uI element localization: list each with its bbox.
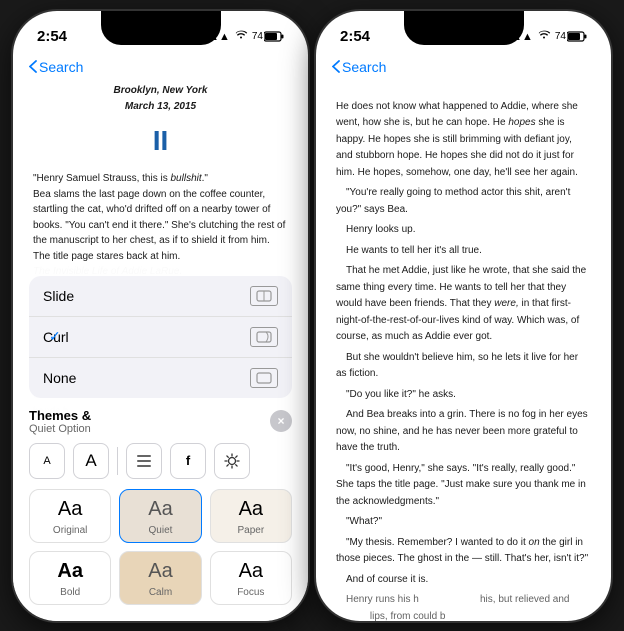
wifi-icon-right <box>537 30 551 43</box>
themes-subtitle: Quiet Option <box>29 423 91 435</box>
theme-original[interactable]: Aa Original <box>29 489 111 543</box>
theme-calm-aa: Aa <box>148 560 172 583</box>
theme-grid: Aa Original Aa Quiet Aa Paper Aa Bold Aa <box>29 489 292 605</box>
theme-quiet-label: Quiet <box>149 525 173 536</box>
font-size-large[interactable]: A <box>73 443 109 479</box>
theme-bold[interactable]: Aa Bold <box>29 551 111 605</box>
close-button[interactable]: × <box>270 410 292 432</box>
theme-original-aa: Aa <box>58 498 82 521</box>
theme-quiet[interactable]: Aa Quiet <box>119 489 201 543</box>
nav-bar-left: Search <box>13 55 308 83</box>
themes-header: Themes & Quiet Option × <box>29 408 292 435</box>
font-controls: A A f <box>29 443 292 479</box>
brightness-icon[interactable] <box>214 443 250 479</box>
theme-paper-label: Paper <box>237 525 264 536</box>
font-type-icon[interactable] <box>126 443 162 479</box>
overlay-panel: Slide Curl ✓ None <box>13 264 308 621</box>
status-time-left: 2:54 <box>37 28 67 45</box>
curl-icon <box>250 327 278 347</box>
slide-icon <box>250 286 278 306</box>
signal-icon-right: ▲▲▲ <box>500 31 533 43</box>
theme-bold-aa: Aa <box>57 560 83 583</box>
none-label: None <box>43 370 76 386</box>
nav-bar-right: Search <box>316 55 611 83</box>
transition-curl[interactable]: Curl ✓ <box>29 317 292 358</box>
curl-checkmark: ✓ <box>49 328 61 345</box>
font-size-small[interactable]: A <box>29 443 65 479</box>
book-chapter: II <box>33 119 288 164</box>
left-phone: 2:54 ▲▲▲ 74 Search Brooklyn, New YorkMar… <box>13 11 308 621</box>
theme-bold-label: Bold <box>60 587 80 598</box>
theme-focus-aa: Aa <box>239 560 263 583</box>
book-location: Brooklyn, New YorkMarch 13, 2015 <box>33 83 288 115</box>
transition-none[interactable]: None <box>29 358 292 398</box>
transition-slide[interactable]: Slide <box>29 276 292 317</box>
right-phone: 2:54 ▲▲▲ 74 Search He does not know what… <box>316 11 611 621</box>
wifi-icon <box>234 30 248 43</box>
font-serif-icon[interactable]: f <box>170 443 206 479</box>
status-icons-right: ▲▲▲ 74 <box>500 30 587 43</box>
theme-paper[interactable]: Aa Paper <box>210 489 292 543</box>
back-button-right[interactable]: Search <box>332 59 386 75</box>
theme-calm-label: Calm <box>149 587 172 598</box>
back-button-left[interactable]: Search <box>29 59 83 75</box>
theme-focus-label: Focus <box>237 587 264 598</box>
none-icon <box>250 368 278 388</box>
themes-title-group: Themes & Quiet Option <box>29 408 91 435</box>
status-time-right: 2:54 <box>340 28 370 45</box>
theme-paper-aa: Aa <box>239 498 263 521</box>
theme-original-label: Original <box>53 525 87 536</box>
status-icons-left: ▲▲▲ 74 <box>197 30 284 43</box>
book-content-right: He does not know what happened to Addie,… <box>316 83 611 621</box>
slide-label: Slide <box>43 288 74 304</box>
status-bar-right: 2:54 ▲▲▲ 74 <box>316 11 611 55</box>
status-bar-left: 2:54 ▲▲▲ 74 <box>13 11 308 55</box>
battery-icon: 74 <box>252 31 284 42</box>
font-separator <box>117 447 118 475</box>
battery-icon-right: 74 <box>555 31 587 42</box>
themes-title: Themes & <box>29 408 91 423</box>
signal-icon: ▲▲▲ <box>197 31 230 43</box>
transition-menu: Slide Curl ✓ None <box>29 276 292 398</box>
theme-focus[interactable]: Aa Focus <box>210 551 292 605</box>
theme-quiet-aa: Aa <box>148 498 172 521</box>
theme-calm[interactable]: Aa Calm <box>119 551 201 605</box>
phones-container: 2:54 ▲▲▲ 74 Search Brooklyn, New YorkMar… <box>13 11 611 621</box>
